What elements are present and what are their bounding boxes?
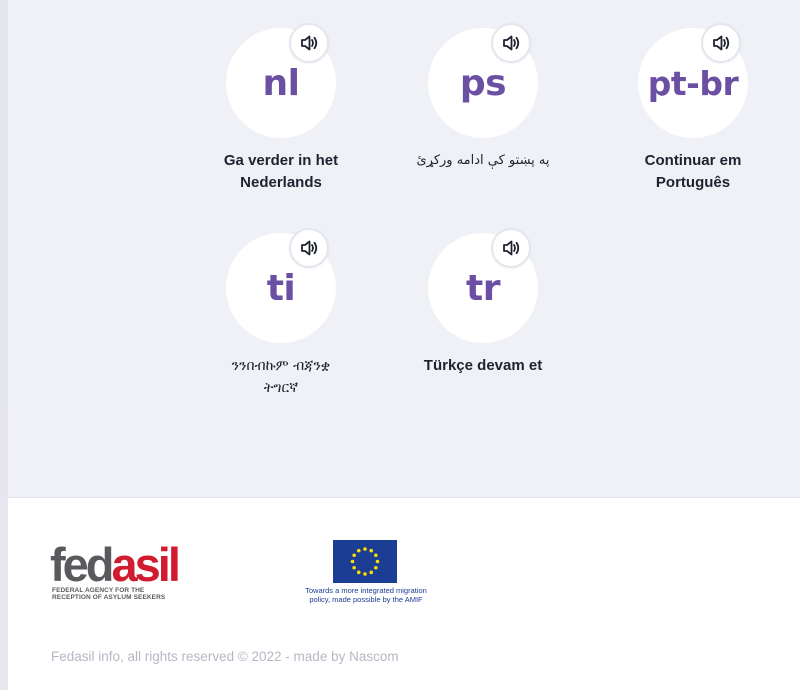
- language-circle: pt-br: [638, 23, 748, 138]
- language-label: Ga verder in het Nederlands: [223, 152, 339, 191]
- language-option-nl[interactable]: nl Ga verder in het Nederlands: [191, 0, 371, 191]
- language-circle: nl: [226, 23, 336, 138]
- language-label: په پښتو کې ادامه ورکړئ: [416, 153, 550, 168]
- audio-play-button[interactable]: [491, 228, 531, 268]
- speaker-icon: [301, 35, 318, 51]
- language-option-tr[interactable]: tr Türkçe devam et: [393, 205, 573, 385]
- eu-caption: Towards a more integrated migration poli…: [296, 586, 436, 604]
- language-circle: ti: [226, 228, 336, 343]
- language-label: Türkçe devam et: [423, 357, 543, 374]
- fedasil-logo[interactable]: fedasil FEDERAL AGENCY FOR THE RECEPTION…: [50, 540, 190, 602]
- copyright-text: Fedasil info, all rights reserved © 2022…: [51, 649, 399, 664]
- fedasil-tagline-line1: FEDERAL AGENCY FOR THE: [52, 587, 145, 594]
- language-label: ንንበብኩም ብጃንቋ ትግርኛ: [231, 358, 331, 396]
- language-circle: tr: [428, 228, 538, 343]
- language-selection: nl Ga verder in het Nederlands ps په پښت…: [8, 0, 800, 497]
- audio-play-button[interactable]: [491, 23, 531, 63]
- eu-caption-line1: Towards a more integrated migration: [305, 586, 427, 595]
- fedasil-wordmark-fed: fed: [50, 538, 114, 591]
- language-option-ps[interactable]: ps په پښتو کې ادامه ورکړئ: [393, 0, 573, 180]
- speaker-icon: [503, 240, 520, 256]
- section-divider: [8, 497, 800, 498]
- fedasil-tagline-line2: RECEPTION OF ASYLUM SEEKERS: [52, 594, 166, 601]
- eu-amif-logo: Towards a more integrated migration poli…: [296, 540, 436, 610]
- language-circle: ps: [428, 23, 538, 138]
- speaker-icon: [301, 240, 318, 256]
- audio-play-button[interactable]: [701, 23, 741, 63]
- audio-play-button[interactable]: [289, 23, 329, 63]
- language-label: Continuar em Português: [644, 152, 742, 191]
- language-option-ti[interactable]: ti ንንበብኩም ብጃንቋ ትግርኛ: [191, 205, 371, 396]
- fedasil-tagline: FEDERAL AGENCY FOR THE RECEPTION OF ASYL…: [52, 587, 192, 601]
- page-left-edge: [0, 0, 8, 690]
- speaker-icon: [503, 35, 520, 51]
- audio-play-button[interactable]: [289, 228, 329, 268]
- language-option-pt-br[interactable]: pt-br Continuar em Português: [603, 0, 783, 191]
- fedasil-wordmark: fedasil: [50, 538, 181, 591]
- fedasil-wordmark-asil: asil: [111, 538, 181, 591]
- speaker-icon: [713, 35, 730, 51]
- eu-caption-line2: policy, made possible by the AMIF: [309, 595, 423, 604]
- eu-flag-icon: [333, 540, 397, 583]
